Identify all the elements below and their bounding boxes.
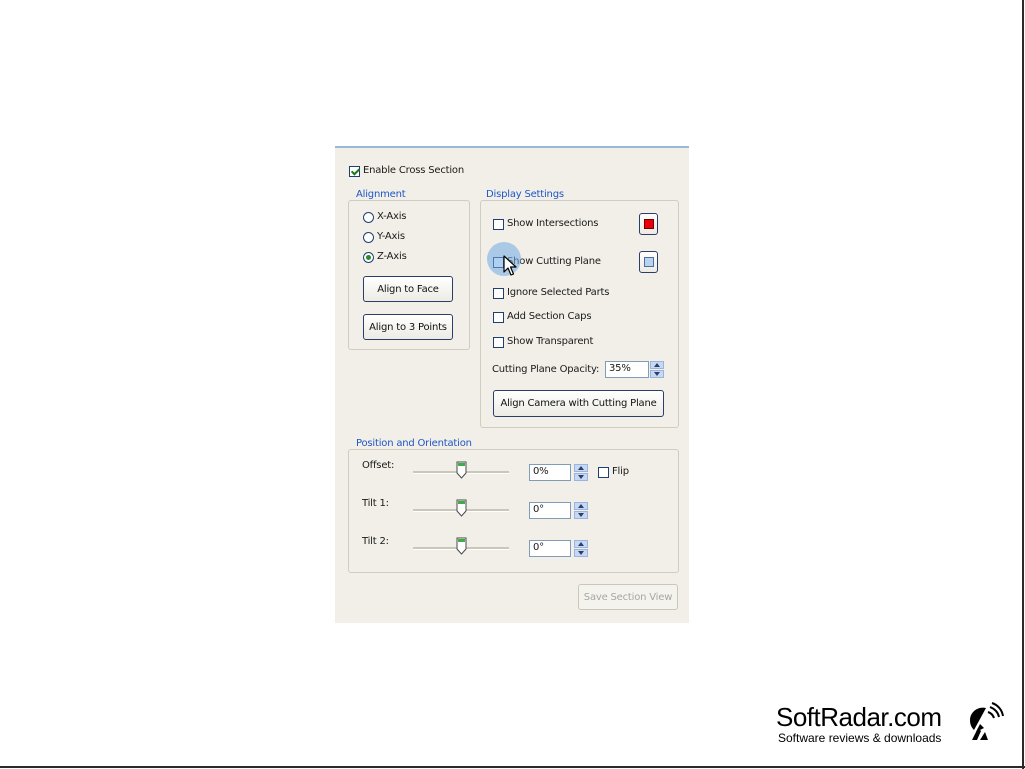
frame-edge-bottom [0,766,1025,768]
align-camera-button[interactable]: Align Camera with Cutting Plane [493,390,664,417]
alignment-group-title: Alignment [354,189,408,200]
add-section-caps-label: Add Section Caps [507,311,592,322]
mouse-cursor-icon [503,255,517,276]
satellite-dish-icon [970,702,1004,740]
align-to-face-button[interactable]: Align to Face [363,276,453,302]
tilt2-field[interactable]: 0° [529,540,571,557]
tilt2-down-arrow-icon[interactable] [574,549,588,557]
watermark-site-name: SoftRadar.com [776,702,942,732]
tilt1-spinner[interactable] [574,502,588,519]
tilt2-label: Tilt 2: [362,536,389,547]
tilt1-field[interactable]: 0° [529,502,571,519]
flip-checkbox[interactable] [598,467,609,478]
show-transparent-checkbox[interactable] [493,337,504,348]
cutting-plane-opacity-label: Cutting Plane Opacity: [492,364,600,375]
y-axis-label: Y-Axis [377,231,405,242]
offset-up-arrow-icon[interactable] [574,464,588,472]
offset-spinner[interactable] [574,464,588,481]
opacity-down-arrow-icon[interactable] [650,370,664,378]
watermark-tagline: Software reviews & downloads [778,731,942,745]
tilt1-label: Tilt 1: [362,498,389,509]
show-intersections-label: Show Intersections [507,218,599,229]
display-settings-group-title: Display Settings [484,189,566,200]
z-axis-label: Z-Axis [377,251,407,262]
flip-label: Flip [612,466,629,477]
z-axis-radio[interactable] [363,252,374,263]
save-section-view-button[interactable]: Save Section View [578,584,678,610]
tilt1-slider-thumb[interactable] [456,499,467,517]
cutting-plane-color-swatch [644,257,654,267]
align-to-3-points-button[interactable]: Align to 3 Points [363,314,453,340]
show-intersections-checkbox[interactable] [493,219,504,230]
tilt1-up-arrow-icon[interactable] [574,502,588,510]
position-orientation-group [348,449,679,573]
cross-section-panel: Enable Cross Section Alignment X-Axis Y-… [335,146,689,623]
ignore-selected-parts-checkbox[interactable] [493,288,504,299]
y-axis-radio[interactable] [363,232,374,243]
enable-cross-section-label: Enable Cross Section [363,165,464,176]
show-cutting-plane-label: Show Cutting Plane [507,256,601,267]
show-transparent-label: Show Transparent [507,336,594,347]
tilt2-up-arrow-icon[interactable] [574,540,588,548]
cutting-plane-opacity-field[interactable]: 35% [605,361,649,378]
softradar-watermark: SoftRadar.com Software reviews & downloa… [776,702,1006,752]
offset-slider-thumb[interactable] [456,461,467,479]
tilt2-slider-thumb[interactable] [456,537,467,555]
x-axis-label: X-Axis [377,211,407,222]
offset-field[interactable]: 0% [529,464,571,481]
position-orientation-group-title: Position and Orientation [354,438,474,449]
cutting-plane-color-button[interactable] [639,251,658,273]
tilt2-spinner[interactable] [574,540,588,557]
x-axis-radio[interactable] [363,212,374,223]
cutting-plane-opacity-spinner[interactable] [650,361,664,378]
enable-cross-section-checkbox[interactable] [349,166,360,177]
offset-label: Offset: [362,460,395,471]
opacity-up-arrow-icon[interactable] [650,361,664,369]
tilt1-down-arrow-icon[interactable] [574,511,588,519]
intersection-color-button[interactable] [639,213,658,235]
add-section-caps-checkbox[interactable] [493,312,504,323]
intersection-color-swatch [644,219,654,229]
ignore-selected-parts-label: Ignore Selected Parts [507,287,610,298]
offset-down-arrow-icon[interactable] [574,473,588,481]
frame-edge-right [1022,0,1024,769]
